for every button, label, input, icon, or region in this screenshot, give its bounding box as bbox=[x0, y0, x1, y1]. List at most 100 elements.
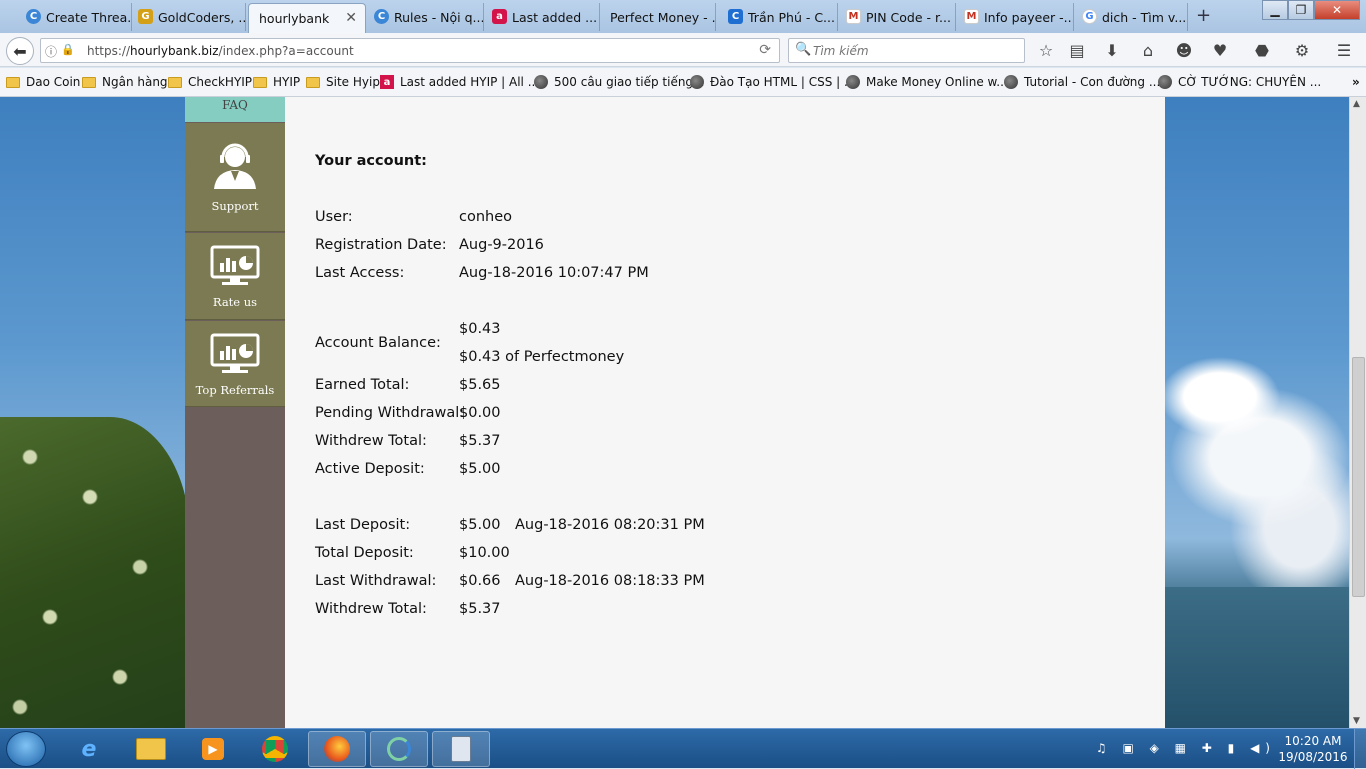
row-value: $0.43 of Perfectmoney bbox=[459, 349, 625, 365]
tab-info-payeer[interactable]: M Info payeer -... bbox=[958, 3, 1074, 31]
show-desktop-button[interactable] bbox=[1354, 729, 1366, 769]
folder-icon bbox=[306, 76, 320, 88]
scroll-up-icon[interactable]: ▲ bbox=[1353, 99, 1360, 109]
tab-pin-code[interactable]: M PIN Code - r... bbox=[840, 3, 956, 31]
scroll-down-icon[interactable]: ▼ bbox=[1353, 716, 1360, 726]
system-tray[interactable]: ♫ ▣ ◈ ▦ ✚ ▮ ◀) bbox=[1096, 741, 1276, 755]
tab-perfect-money[interactable]: Perfect Money - ... bbox=[600, 3, 716, 31]
row-value: $0.43 bbox=[459, 321, 501, 337]
internet-explorer-icon[interactable]: e bbox=[60, 731, 118, 767]
minimize-button[interactable]: ▁ bbox=[1262, 0, 1288, 20]
search-input[interactable] bbox=[811, 42, 1011, 59]
chrome-icon[interactable] bbox=[246, 731, 304, 767]
close-window-button[interactable]: ✕ bbox=[1314, 0, 1360, 20]
bookmark-hyip[interactable]: HYIP bbox=[253, 75, 300, 89]
folder-icon bbox=[82, 76, 96, 88]
url-text[interactable]: https://hourlybank.biz/index.php?a=accou… bbox=[87, 44, 354, 58]
row-label: Active Deposit: bbox=[315, 461, 425, 477]
sidebar-item-support[interactable]: Support bbox=[185, 123, 285, 232]
media-player-icon[interactable]: ▶ bbox=[184, 731, 242, 767]
bookmark-dao-tao-html[interactable]: Đào Tạo HTML | CSS | ... bbox=[690, 75, 855, 89]
extension-icon[interactable]: ⚙ bbox=[1292, 41, 1312, 60]
info-icon[interactable]: ⓘ bbox=[45, 43, 57, 60]
new-tab-button[interactable]: + bbox=[1196, 5, 1211, 26]
folder-icon bbox=[6, 76, 20, 88]
globe-icon bbox=[1158, 75, 1172, 89]
sidebar-item-faq[interactable]: FAQ bbox=[185, 97, 285, 122]
scrollbar-thumb[interactable] bbox=[1352, 357, 1365, 597]
sidebar-item-top-referrals[interactable]: Top Referrals bbox=[185, 321, 285, 407]
reload-icon[interactable]: ⟳ bbox=[759, 42, 771, 58]
app-icon[interactable] bbox=[370, 731, 428, 767]
tab-tran-phu[interactable]: C Trần Phú - C... bbox=[722, 3, 838, 31]
c-square-icon: C bbox=[728, 9, 743, 24]
bookmark-dao-coin[interactable]: Dao Coin bbox=[6, 75, 80, 89]
tab-create-thread[interactable]: C Create Threa... bbox=[20, 3, 132, 31]
row-value: $0.66 bbox=[459, 573, 501, 589]
bookmark-500-cau[interactable]: 500 câu giao tiếp tiếng... bbox=[534, 75, 705, 89]
bookmark-tutorial[interactable]: Tutorial - Con đường ... bbox=[1004, 75, 1160, 89]
tab-label: Perfect Money - ... bbox=[610, 9, 716, 25]
adblock-icon[interactable]: ⬣ bbox=[1248, 41, 1276, 60]
bookmark-label: CỜ TƯỚNG: CHUYÊN ... bbox=[1178, 75, 1322, 89]
bookmark-label: Last added HYIP | All ... bbox=[400, 75, 540, 89]
clock-date: 19/08/2016 bbox=[1278, 750, 1348, 764]
url-path: /index.php?a=account bbox=[218, 44, 354, 58]
close-tab-icon[interactable]: ✕ bbox=[345, 10, 357, 26]
calculator-icon[interactable] bbox=[432, 731, 490, 767]
reading-list-icon[interactable]: ▤ bbox=[1067, 41, 1087, 60]
chat-icon[interactable]: ☻ bbox=[1174, 41, 1194, 60]
tab-goldcoders[interactable]: G GoldCoders, ... bbox=[132, 3, 246, 31]
folder-icon bbox=[168, 76, 182, 88]
page-title: Your account: bbox=[315, 153, 427, 169]
lock-icon[interactable]: 🔒 bbox=[61, 43, 75, 56]
bookmark-star-icon[interactable]: ☆ bbox=[1036, 41, 1056, 60]
navigation-toolbar: ⬅ ⓘ 🔒 https://hourlybank.biz/index.php?a… bbox=[0, 33, 1366, 67]
tab-rules[interactable]: C Rules - Nội q... bbox=[368, 3, 484, 31]
bookmark-site-hyip[interactable]: Site Hyip bbox=[306, 75, 380, 89]
back-button[interactable]: ⬅ bbox=[6, 37, 34, 65]
address-bar[interactable]: ⓘ 🔒 https://hourlybank.biz/index.php?a=a… bbox=[40, 38, 780, 63]
bookmark-label: CheckHYIP bbox=[188, 75, 253, 89]
monitor-chart-icon bbox=[210, 245, 260, 285]
tab-label: Trần Phú - C... bbox=[748, 9, 835, 25]
firefox-icon[interactable] bbox=[308, 731, 366, 767]
row-label: Earned Total: bbox=[315, 377, 410, 393]
file-explorer-icon[interactable] bbox=[122, 731, 180, 767]
row-value: conheo bbox=[459, 209, 513, 225]
row-value: Aug-18-2016 10:07:47 PM bbox=[459, 265, 649, 281]
bookmark-checkhyip[interactable]: CheckHYIP bbox=[168, 75, 252, 89]
bookmarks-overflow-icon[interactable]: » bbox=[1352, 75, 1360, 89]
tab-dich[interactable]: G dich - Tìm v... bbox=[1076, 3, 1188, 31]
a-red-icon: a bbox=[492, 9, 507, 24]
menu-icon[interactable]: ☰ bbox=[1334, 41, 1354, 60]
google-icon: G bbox=[1082, 9, 1097, 24]
pocket-icon[interactable]: ♥ bbox=[1210, 41, 1230, 60]
gc-icon: G bbox=[138, 9, 153, 24]
sidebar-item-label: FAQ bbox=[222, 98, 248, 112]
clock[interactable]: 10:20 AM 19/08/2016 bbox=[1278, 733, 1348, 765]
row-label: Withdrew Total: bbox=[315, 433, 427, 449]
download-icon[interactable]: ⬇ bbox=[1102, 41, 1122, 60]
a-red-icon: a bbox=[380, 75, 394, 89]
search-box[interactable]: 🔍 bbox=[788, 38, 1025, 63]
bookmark-label: Ngân hàng bbox=[102, 75, 168, 89]
bookmark-last-added[interactable]: a Last added HYIP | All ... bbox=[380, 75, 539, 89]
home-icon[interactable]: ⌂ bbox=[1138, 41, 1158, 60]
bookmark-co-tuong[interactable]: CỜ TƯỚNG: CHUYÊN ... bbox=[1158, 75, 1321, 89]
start-button[interactable] bbox=[6, 731, 46, 767]
support-agent-icon bbox=[214, 143, 256, 189]
tab-label: hourlybank bbox=[259, 11, 330, 26]
maximize-button[interactable]: ❐ bbox=[1288, 0, 1314, 20]
bookmark-ngan-hang[interactable]: Ngân hàng bbox=[82, 75, 168, 89]
bookmark-make-money[interactable]: Make Money Online w... bbox=[846, 75, 1008, 89]
sidebar-item-label: Support bbox=[211, 199, 259, 213]
vertical-scrollbar[interactable]: ▲ ▼ bbox=[1349, 97, 1366, 728]
tab-hourlybank[interactable]: hourlybank ✕ bbox=[248, 3, 366, 33]
globe-icon bbox=[846, 75, 860, 89]
row-label: Account Balance: bbox=[315, 335, 441, 351]
monitor-chart-icon bbox=[210, 333, 260, 373]
row-value: $5.37 bbox=[459, 601, 501, 617]
tab-last-added[interactable]: a Last added ... bbox=[486, 3, 600, 31]
sidebar-item-rate-us[interactable]: Rate us bbox=[185, 233, 285, 320]
